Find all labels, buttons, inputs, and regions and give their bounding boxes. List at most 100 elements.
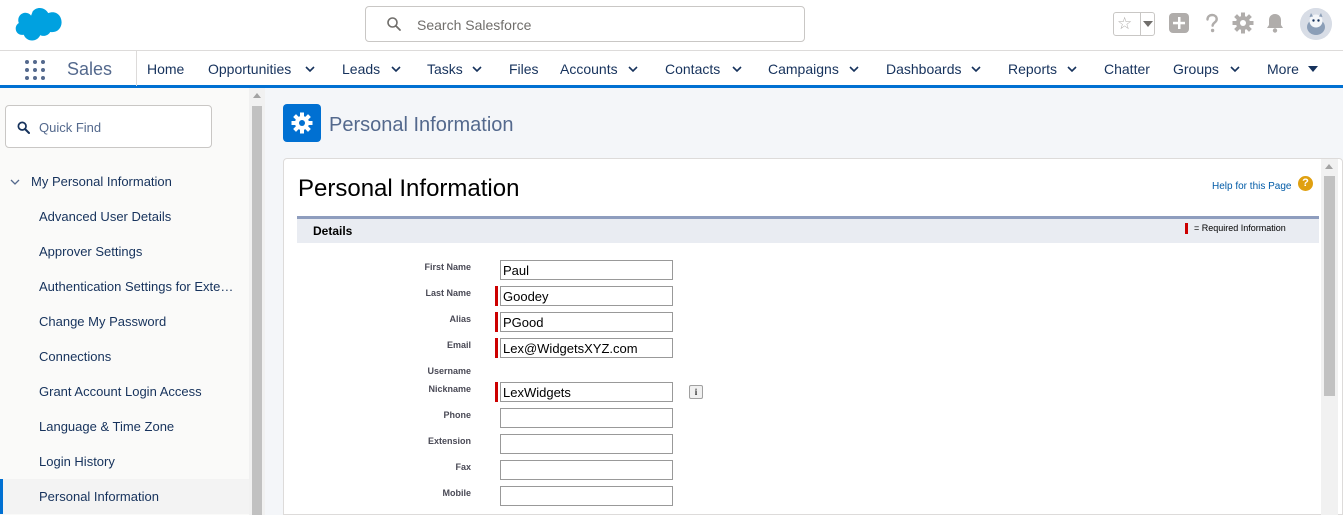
sidebar-item-label: Login History [39, 454, 115, 469]
field-label: Username [427, 366, 471, 376]
sidebar-item-authentication-settings[interactable]: Authentication Settings for External Sys… [0, 269, 249, 304]
help-for-this-page-link[interactable]: Help for this Page [1212, 181, 1292, 192]
global-header: Search Salesforce ☆ [0, 0, 1343, 50]
required-indicator [495, 382, 498, 402]
sidebar-item-label: Language & Time Zone [39, 419, 175, 434]
sidebar-item-personal-information[interactable]: Personal Information [0, 479, 249, 514]
favorites-button-group[interactable]: ☆ [1113, 12, 1155, 36]
app-launcher-icon[interactable] [24, 59, 46, 81]
search-icon [387, 17, 401, 31]
nav-item-leads[interactable]: Leads [342, 61, 380, 77]
chevron-down-icon[interactable] [472, 64, 482, 74]
help-icon[interactable] [1201, 12, 1223, 34]
sidebar-item-label: Change My Password [39, 314, 167, 329]
chevron-down-icon[interactable] [732, 64, 742, 74]
required-indicator [495, 338, 498, 358]
user-avatar-icon [1300, 8, 1332, 40]
chevron-down-icon[interactable] [628, 64, 638, 74]
field-label: Email [446, 340, 471, 350]
search-placeholder: Search Salesforce [417, 17, 532, 33]
sidebar-item-change-my-password[interactable]: Change My Password [0, 304, 249, 339]
required-indicator [1185, 223, 1188, 235]
app-name-divider [136, 51, 137, 86]
alias-field[interactable] [500, 312, 673, 332]
field-label: Alias [449, 314, 471, 324]
global-search-input[interactable]: Search Salesforce [365, 6, 805, 42]
chevron-down-icon[interactable] [305, 64, 315, 74]
nickname-field[interactable] [500, 382, 673, 402]
sidebar-item-label: Personal Information [39, 489, 159, 504]
sidebar-item-approver-settings[interactable]: Approver Settings [0, 234, 249, 269]
favorites-star-icon[interactable]: ☆ [1117, 14, 1132, 34]
chevron-down-icon[interactable] [10, 177, 20, 187]
favorites-list-chevron-icon[interactable] [1143, 21, 1153, 27]
sidebar-item-advanced-user-details[interactable]: Advanced User Details [0, 199, 249, 234]
search-icon [17, 121, 30, 134]
chevron-down-icon[interactable] [1230, 64, 1240, 74]
last-name-field[interactable] [500, 286, 673, 306]
app-navigation-bar: Sales Home Opportunities Leads Tasks Fil… [0, 50, 1343, 88]
fax-field[interactable] [500, 460, 673, 480]
email-field[interactable] [500, 338, 673, 358]
required-indicator [495, 286, 498, 306]
nav-item-home[interactable]: Home [147, 61, 184, 77]
nav-item-campaigns[interactable]: Campaigns [768, 61, 839, 77]
chevron-down-icon[interactable] [971, 64, 981, 74]
form-row-first-name: First Name [297, 259, 797, 281]
form-row-phone: Phone [297, 407, 797, 429]
scroll-up-arrow-icon[interactable] [253, 93, 261, 98]
personal-information-card: Personal Information Help for this Page … [283, 158, 1343, 515]
nav-item-tasks[interactable]: Tasks [427, 61, 463, 77]
sidebar-item-login-history[interactable]: Login History [0, 444, 249, 479]
scrollbar-thumb[interactable] [252, 106, 262, 515]
scrollbar-thumb[interactable] [1324, 176, 1335, 396]
sidebar-item-grant-account-login-access[interactable]: Grant Account Login Access [0, 374, 249, 409]
sidebar-item-language-time-zone[interactable]: Language & Time Zone [0, 409, 249, 444]
mobile-field[interactable] [500, 486, 673, 506]
form-row-extension: Extension [297, 433, 797, 455]
nav-item-dashboards[interactable]: Dashboards [886, 61, 962, 77]
scroll-up-arrow-icon[interactable] [1325, 164, 1333, 169]
help-icon[interactable]: ? [1298, 176, 1313, 191]
setup-gear-icon [283, 104, 321, 142]
nav-item-reports[interactable]: Reports [1008, 61, 1057, 77]
extension-field[interactable] [500, 434, 673, 454]
app-name: Sales [67, 59, 113, 79]
tree-section-label: My Personal Information [31, 174, 172, 189]
nav-item-contacts[interactable]: Contacts [665, 61, 720, 77]
nav-item-chatter[interactable]: Chatter [1104, 61, 1150, 77]
nav-item-accounts[interactable]: Accounts [560, 61, 618, 77]
form-row-last-name: Last Name [297, 285, 797, 307]
required-legend-text: = Required Information [1194, 223, 1286, 233]
first-name-field[interactable] [500, 260, 673, 280]
page-title: Personal Information [329, 114, 514, 136]
chevron-down-icon[interactable] [1067, 64, 1077, 74]
quick-find-input[interactable]: Quick Find [5, 105, 212, 148]
quick-find-placeholder: Quick Find [39, 120, 102, 135]
nav-item-files[interactable]: Files [509, 61, 539, 77]
chevron-down-icon[interactable] [391, 64, 401, 74]
field-label: First Name [424, 262, 471, 272]
add-icon[interactable] [1168, 12, 1190, 34]
required-legend: = Required Information [1185, 223, 1286, 235]
nav-item-groups[interactable]: Groups [1173, 61, 1219, 77]
field-label: Nickname [428, 384, 471, 394]
avatar[interactable] [1300, 8, 1332, 40]
info-icon[interactable]: i [689, 385, 703, 399]
caret-down-icon[interactable] [1308, 64, 1318, 74]
phone-field[interactable] [500, 408, 673, 428]
sidebar-scrollbar[interactable] [249, 88, 265, 515]
setup-sidebar: Quick Find My Personal Information Advan… [0, 88, 249, 515]
field-label: Phone [443, 410, 471, 420]
chevron-down-icon[interactable] [849, 64, 859, 74]
salesforce-logo-icon[interactable] [14, 8, 62, 42]
content-scrollbar[interactable] [1321, 159, 1338, 515]
field-label: Last Name [425, 288, 471, 298]
notifications-bell-icon[interactable] [1264, 12, 1286, 34]
details-section-header: Details = Required Information [297, 216, 1319, 243]
setup-gear-icon[interactable] [1232, 12, 1254, 34]
section-title: Details [313, 224, 353, 238]
sidebar-item-connections[interactable]: Connections [0, 339, 249, 374]
nav-item-more[interactable]: More [1267, 61, 1299, 77]
nav-item-opportunities[interactable]: Opportunities [208, 61, 291, 77]
